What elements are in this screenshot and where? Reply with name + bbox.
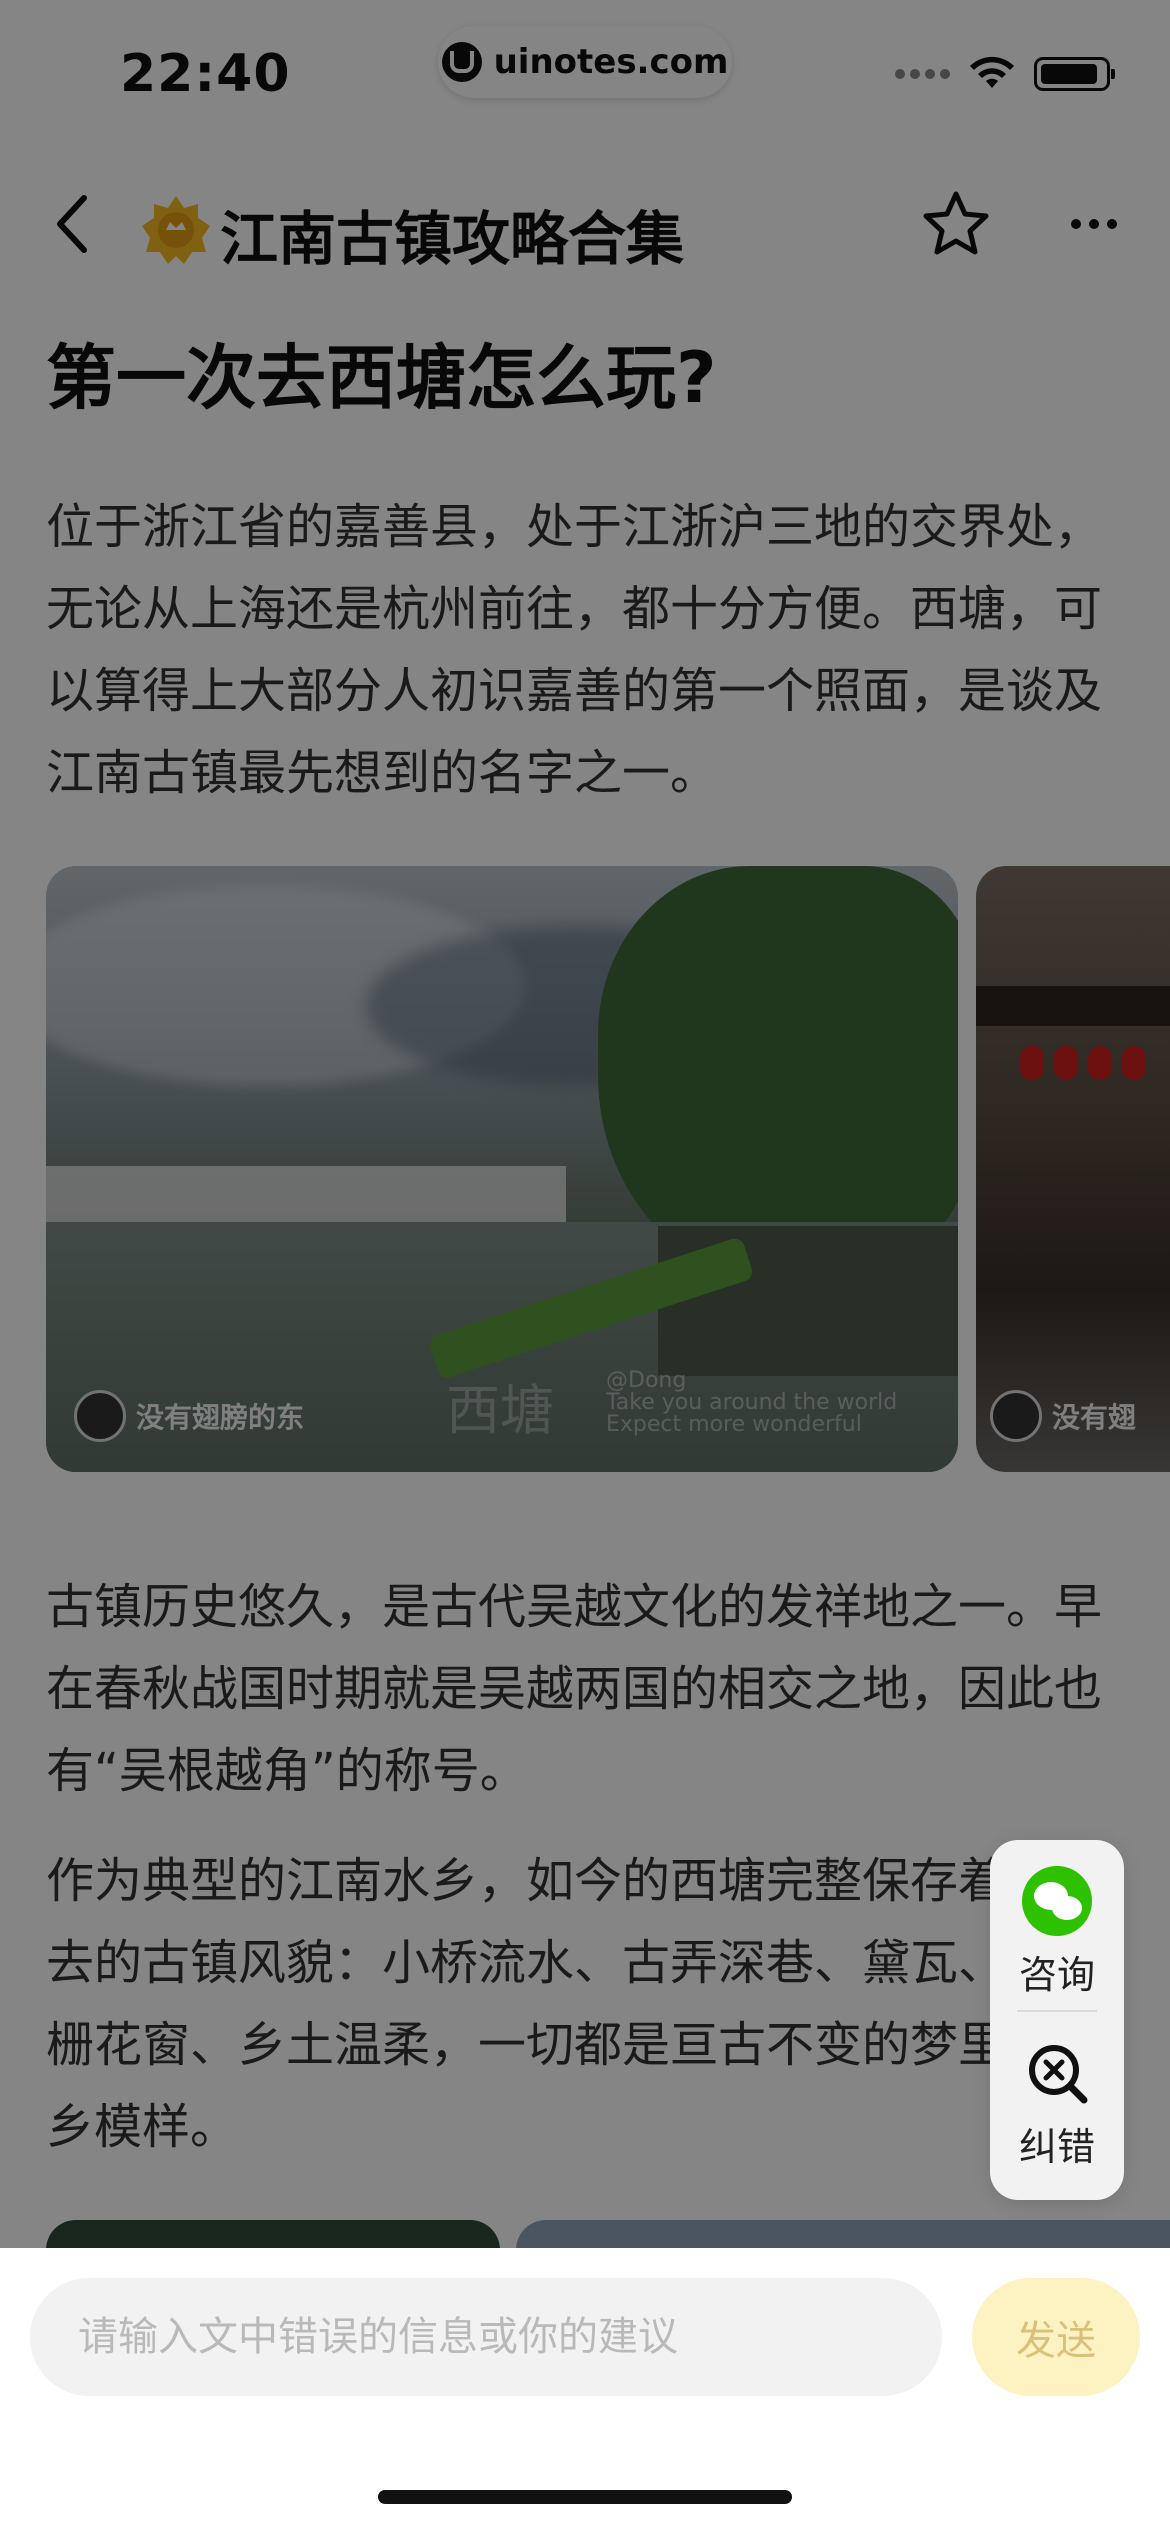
error-search-icon <box>1029 2045 1088 2104</box>
consult-button[interactable]: 咨询 <box>990 1840 1124 2010</box>
suggestion-input[interactable] <box>30 2278 942 2396</box>
send-button[interactable]: 发送 <box>972 2278 1140 2396</box>
home-indicator <box>378 2490 792 2504</box>
page: 22:40 uinotes.com 江南古镇攻略合集 第一次去西塘怎么玩? 位于… <box>0 0 1170 2532</box>
fix-error-button[interactable]: 纠错 <box>990 2012 1124 2182</box>
fix-error-label: 纠错 <box>1018 2125 1095 2169</box>
floating-action-panel: 咨询 纠错 <box>990 1840 1124 2200</box>
wechat-icon <box>1022 1866 1092 1936</box>
consult-label: 咨询 <box>1018 1953 1095 1997</box>
